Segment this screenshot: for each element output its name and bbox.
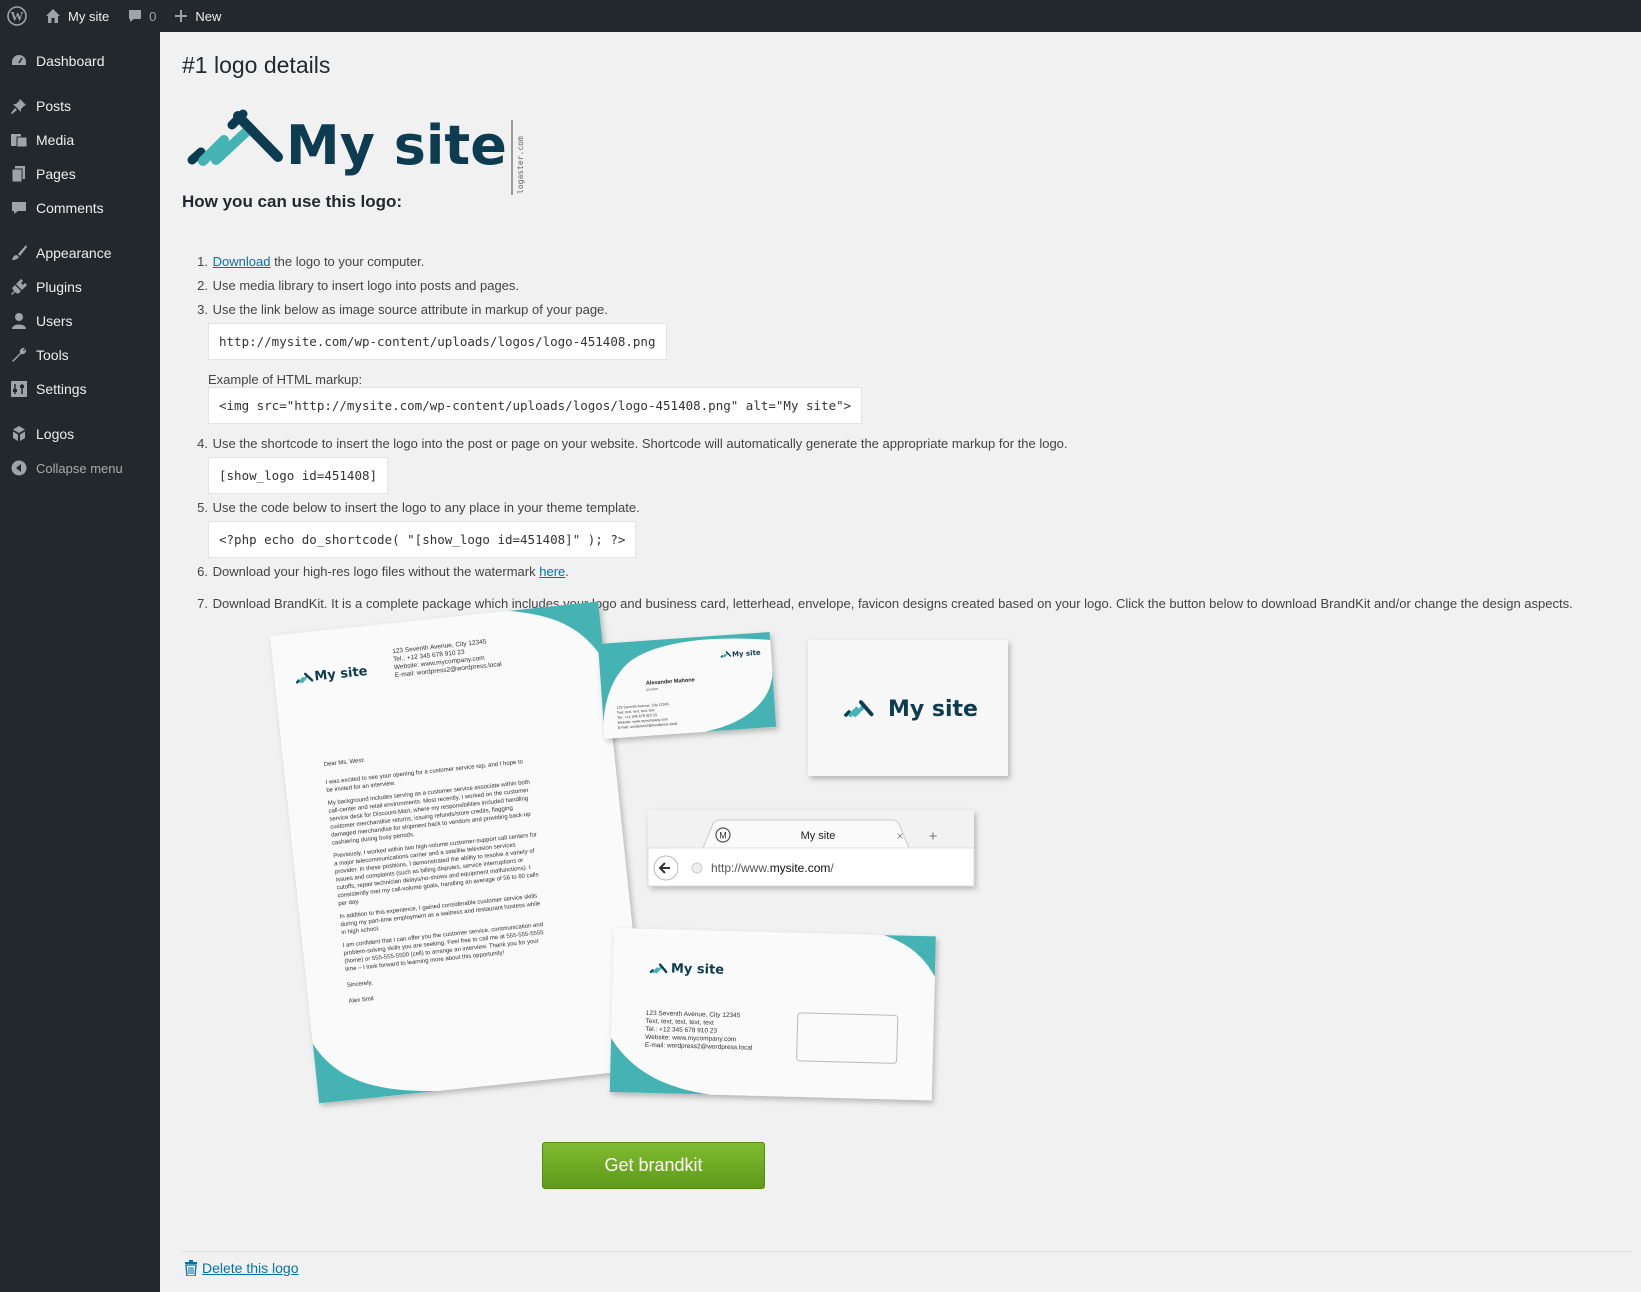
admin-sidebar: Dashboard Posts Media Pages Comments App… bbox=[0, 32, 160, 1292]
comments-count: 0 bbox=[149, 8, 157, 24]
collapse-menu-label: Collapse menu bbox=[36, 460, 123, 476]
main-content: #1 logo details My site logaster.com How… bbox=[182, 32, 1632, 1276]
sidebar-item-label: Dashboard bbox=[36, 53, 105, 69]
step-1-text: the logo to your computer. bbox=[270, 254, 425, 269]
page-title: #1 logo details bbox=[182, 52, 331, 78]
footer-divider bbox=[182, 1251, 1632, 1252]
sidebar-item-label: Media bbox=[36, 132, 75, 148]
site-name-menu[interactable]: My site bbox=[36, 0, 118, 32]
step-1: 1. Download the logo to your computer. bbox=[197, 254, 425, 269]
sidebar-item-settings[interactable]: Settings bbox=[0, 372, 160, 406]
image-url-code[interactable]: http://mysite.com/wp-content/uploads/log… bbox=[208, 323, 667, 360]
admin-bar: W My site 0 New bbox=[0, 0, 1641, 32]
sidebar-item-pages[interactable]: Pages bbox=[0, 157, 160, 191]
sidebar-item-plugins[interactable]: Plugins bbox=[0, 270, 160, 304]
step-2-text: Use media library to insert logo into po… bbox=[212, 278, 520, 293]
html-markup-code[interactable]: <img src="http://mysite.com/wp-content/u… bbox=[208, 387, 863, 424]
browser-favicon-mockup: M My site × + http://www.mysite.com/ bbox=[647, 810, 975, 887]
sidebar-item-logos[interactable]: Logos bbox=[0, 417, 160, 451]
logo-card-mockup: My site bbox=[808, 640, 1008, 776]
howto-heading: How you can use this logo: bbox=[182, 192, 403, 211]
step-5: 5. Use the code below to insert the logo… bbox=[197, 500, 640, 515]
sidebar-item-media[interactable]: Media bbox=[0, 123, 160, 157]
sidebar-item-comments[interactable]: Comments bbox=[0, 191, 160, 225]
sidebar-item-dashboard[interactable]: Dashboard bbox=[0, 44, 160, 78]
pages-icon bbox=[9, 164, 29, 184]
browser-tab-title: My site bbox=[801, 830, 836, 842]
sidebar-item-label: Users bbox=[36, 313, 73, 329]
envelope-mockup: My site 123 Seventh Avenue, City 12345 T… bbox=[609, 928, 936, 1101]
svg-text:My site: My site bbox=[671, 962, 725, 978]
sidebar-item-tools[interactable]: Tools bbox=[0, 338, 160, 372]
user-icon bbox=[9, 311, 29, 331]
svg-text:W: W bbox=[11, 9, 24, 24]
svg-text:position: position bbox=[646, 687, 658, 692]
sidebar-item-label: Appearance bbox=[36, 245, 112, 261]
shortcode-code[interactable]: [show_logo id=451408] bbox=[208, 457, 389, 494]
brush-icon bbox=[9, 243, 29, 263]
trash-icon[interactable] bbox=[184, 1260, 198, 1276]
new-label: New bbox=[195, 8, 222, 24]
get-brandkit-button[interactable]: Get brandkit bbox=[542, 1142, 765, 1189]
step-3: 3. Use the link below as image source at… bbox=[197, 302, 608, 317]
sidebar-item-users[interactable]: Users bbox=[0, 304, 160, 338]
plugin-icon bbox=[9, 277, 29, 297]
comment-icon bbox=[129, 10, 142, 22]
wordpress-icon: W bbox=[7, 6, 27, 26]
wordpress-logo-menu[interactable]: W bbox=[0, 0, 36, 32]
comments-menu[interactable]: 0 bbox=[118, 0, 165, 32]
wrench-icon bbox=[9, 345, 29, 365]
delete-logo-link[interactable]: Delete this logo bbox=[202, 1260, 299, 1276]
html-markup-label: Example of HTML markup: bbox=[208, 372, 363, 387]
sidebar-item-label: Pages bbox=[36, 166, 76, 182]
delete-logo-row: Delete this logo bbox=[184, 1260, 299, 1276]
sidebar-item-appearance[interactable]: Appearance bbox=[0, 236, 160, 270]
logo-mark-image: My site logaster.com bbox=[187, 109, 525, 195]
pin-icon bbox=[9, 96, 29, 116]
media-icon bbox=[9, 130, 29, 150]
php-code[interactable]: <?php echo do_shortcode( "[show_logo id=… bbox=[208, 521, 637, 558]
svg-text:My site: My site bbox=[888, 697, 978, 722]
download-link[interactable]: Download bbox=[213, 254, 271, 269]
step-5-text: Use the code below to insert the logo to… bbox=[212, 500, 640, 515]
sidebar-item-label: Plugins bbox=[36, 279, 82, 295]
browser-url: http://www.mysite.com/ bbox=[711, 861, 834, 875]
business-card-mockup: My site Alexander Mahone position 123 Se… bbox=[598, 632, 777, 739]
home-icon bbox=[46, 9, 60, 23]
svg-text:M: M bbox=[719, 831, 727, 841]
dashboard-icon bbox=[9, 51, 29, 71]
logo-preview: My site logaster.com bbox=[186, 100, 526, 200]
sidebar-item-label: Posts bbox=[36, 98, 72, 114]
collapse-arrow-icon bbox=[9, 458, 29, 478]
step-3-text: Use the link below as image source attri… bbox=[212, 302, 608, 317]
browser-new-tab-icon: + bbox=[929, 828, 938, 845]
step-6: 6. Download your high-res logo files wit… bbox=[197, 564, 569, 579]
browser-tab-close-icon: × bbox=[896, 829, 903, 843]
logo-watermark: logaster.com bbox=[516, 136, 525, 194]
sidebar-item-label: Logos bbox=[36, 426, 75, 442]
collapse-menu-button[interactable]: Collapse menu bbox=[0, 451, 160, 485]
letterhead-mockup: My site 123 Seventh Avenue, City 12345 T… bbox=[270, 601, 648, 1104]
logos-icon bbox=[9, 424, 29, 444]
sidebar-item-label: Settings bbox=[36, 381, 87, 397]
sidebar-item-posts[interactable]: Posts bbox=[0, 89, 160, 123]
step-6-text: Download your high-res logo files withou… bbox=[212, 564, 540, 579]
sidebar-item-label: Tools bbox=[36, 347, 69, 363]
step-4-text: Use the shortcode to insert the logo int… bbox=[212, 436, 1068, 451]
comment-icon bbox=[9, 198, 29, 218]
site-name-label: My site bbox=[68, 8, 110, 24]
step-4: 4. Use the shortcode to insert the logo … bbox=[197, 436, 1068, 451]
highres-download-link[interactable]: here bbox=[539, 564, 565, 579]
brandkit-preview: My site 123 Seventh Avenue, City 12345 T… bbox=[270, 601, 1008, 1104]
step-2: 2. Use media library to insert logo into… bbox=[197, 278, 520, 293]
sidebar-item-label: Comments bbox=[36, 200, 104, 216]
plus-icon bbox=[175, 10, 188, 22]
new-content-menu[interactable]: New bbox=[165, 0, 230, 32]
logo-text: My site bbox=[286, 114, 507, 177]
settings-icon bbox=[9, 379, 29, 399]
